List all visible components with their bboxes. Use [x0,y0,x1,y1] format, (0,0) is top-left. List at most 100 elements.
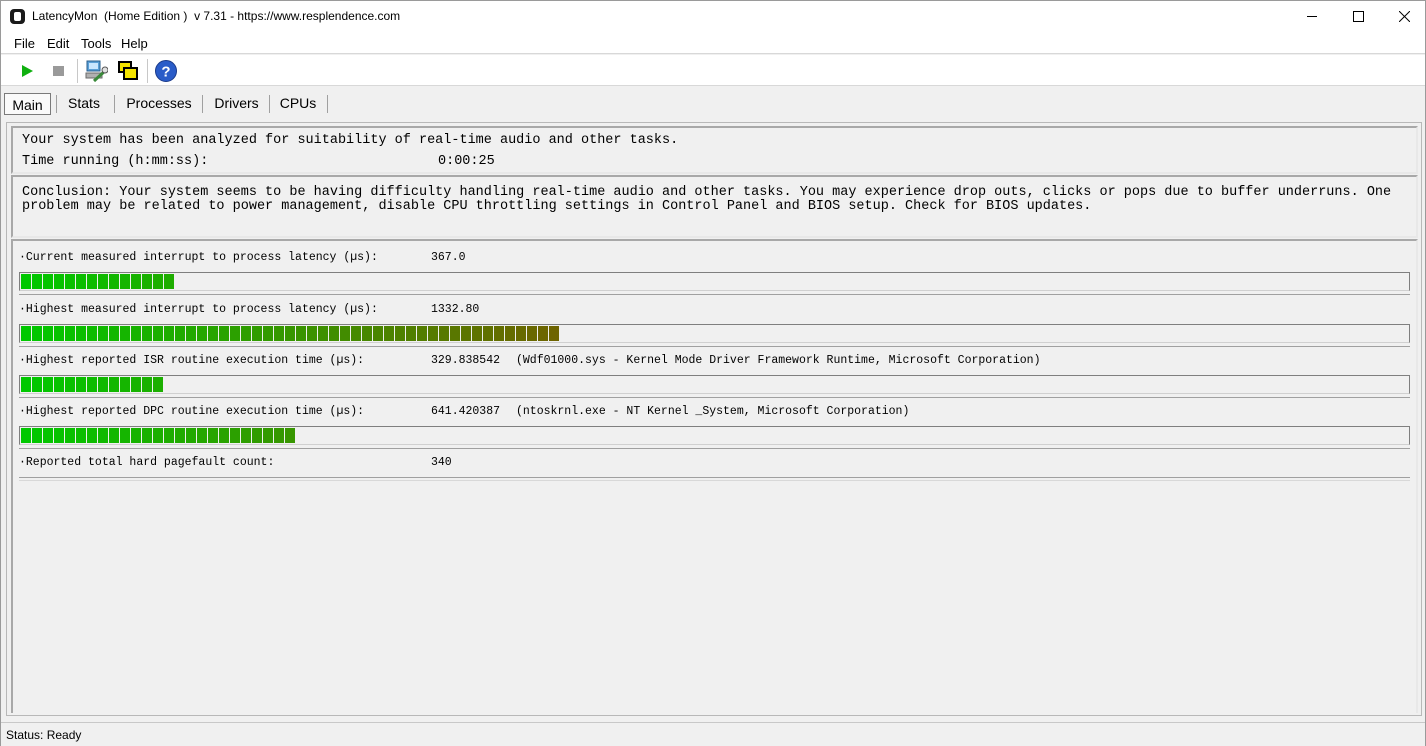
stop-button[interactable] [46,58,72,84]
meter-segment [538,326,548,341]
meter-segment [109,274,119,289]
svg-text:?: ? [161,64,170,81]
help-button[interactable]: ? [153,58,179,84]
main-tab-content: Your system has been analyzed for suitab… [6,122,1422,716]
analysis-panel: Your system has been analyzed for suitab… [11,126,1418,174]
metric-value-dpc-time: 641.420387 [431,405,501,418]
meter-segment [32,428,42,443]
meter-segment [54,377,64,392]
menu-help[interactable]: Help [121,36,148,51]
meter-segment [21,428,31,443]
menu-tools[interactable]: Tools [81,36,111,51]
meter-segment [131,274,141,289]
tab-cpus[interactable]: CPUs [274,91,322,117]
meter-segment [54,326,64,341]
meter-segment [21,377,31,392]
minimize-button[interactable] [1289,1,1335,32]
metric-value-highest-latency: 1332.80 [431,303,480,316]
time-running-label: Time running (h:mm:ss): [22,154,209,169]
meter-segment [120,274,130,289]
meter-segment [527,326,537,341]
meter-segment [87,274,97,289]
meter-segment [230,428,240,443]
meter-segment [549,326,559,341]
title-bar: LatencyMon (Home Edition ) v 7.31 - http… [1,1,1425,32]
meter-segment [263,428,273,443]
meter-segment [318,326,328,341]
meter-segment [373,326,383,341]
meter-segment [87,428,97,443]
meter-segment [219,428,229,443]
meter-segment [142,377,152,392]
meter-segment [76,377,86,392]
close-icon [1398,11,1410,22]
meter-segment [153,326,163,341]
tab-processes[interactable]: Processes [119,91,199,117]
tab-stats[interactable]: Stats [61,91,107,117]
meter-segment [54,428,64,443]
meter-segment [219,326,229,341]
meter-segment [164,326,174,341]
meter-segment [186,326,196,341]
meter-segment [65,377,75,392]
meter-segment [87,377,97,392]
meter-segment [131,377,141,392]
meter-segment [340,326,350,341]
help-icon: ? [155,60,177,82]
system-info-button[interactable] [83,58,109,84]
menu-file[interactable]: File [14,36,35,51]
meter-segment [428,326,438,341]
highest-latency-bar-fill [21,326,559,341]
meter-segment [131,326,141,341]
meter-segment [164,428,174,443]
meter-segment [153,377,163,392]
meter-segment [76,428,86,443]
current-latency-bar-fill [21,274,174,289]
meter-segment [21,326,31,341]
meter-segment [241,428,251,443]
isr-time-bar-fill [21,377,163,392]
meter-segment [175,428,185,443]
start-button[interactable] [14,58,40,84]
meter-segment [142,274,152,289]
meter-segment [109,326,119,341]
meter-segment [175,326,185,341]
meter-segment [362,326,372,341]
computer-wrench-icon [85,60,108,83]
tab-drivers[interactable]: Drivers [207,91,266,117]
metric-value-pagefault-count: 340 [431,456,452,469]
meter-segment [153,274,163,289]
highest-latency-bar [19,324,1410,343]
minimize-icon [1306,16,1317,17]
app-icon [10,9,25,24]
meter-segment [76,274,86,289]
isr-time-bar [19,375,1410,394]
meter-segment [285,428,295,443]
menu-edit[interactable]: Edit [47,36,69,51]
meter-segment [417,326,427,341]
meter-segment [263,326,273,341]
maximize-button[interactable] [1335,1,1381,32]
meter-segment [516,326,526,341]
meter-segment [120,428,130,443]
meter-segment [186,428,196,443]
meter-segment [120,326,130,341]
toolbar-separator [147,59,148,83]
close-button[interactable] [1381,1,1426,32]
metric-label-highest-latency: ·Highest measured interrupt to process l… [19,303,378,316]
meter-segment [21,274,31,289]
app-window: LatencyMon (Home Edition ) v 7.31 - http… [0,0,1426,746]
meter-segment [483,326,493,341]
windows-icon [118,61,138,80]
windows-button[interactable] [115,58,141,84]
tab-main[interactable]: Main [4,93,51,115]
metric-desc-isr-time: (Wdf01000.sys - Kernel Mode Driver Frame… [516,354,1041,367]
metric-label-dpc-time: ·Highest reported DPC routine execution … [19,405,365,418]
meter-segment [274,428,284,443]
meter-segment [329,326,339,341]
tab-strip: Main Stats Processes Drivers CPUs [1,89,1425,117]
metrics-panel: ·Current measured interrupt to process l… [11,239,1418,713]
meter-segment [208,428,218,443]
conclusion-panel: Conclusion: Your system seems to be havi… [11,175,1418,238]
meter-segment [197,428,207,443]
